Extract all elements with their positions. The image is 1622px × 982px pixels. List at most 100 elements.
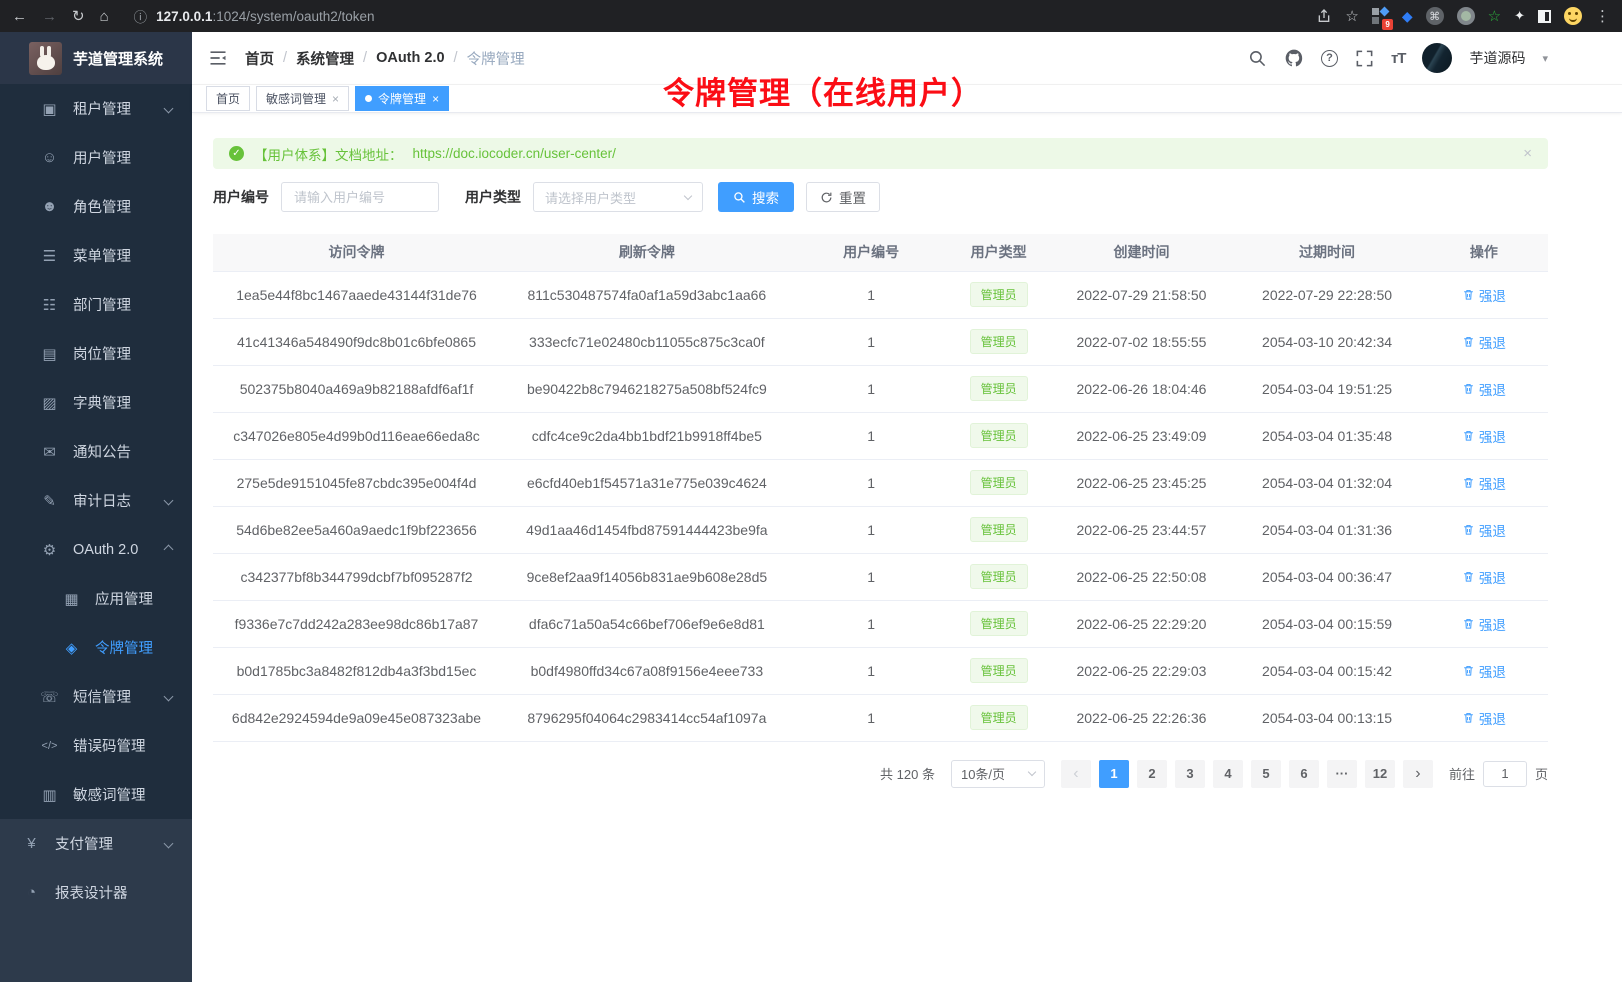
puzzle-extension-icon[interactable]: ✦ [1514,8,1525,24]
tab-label: 敏感词管理 [266,90,326,107]
force-logout-button[interactable]: 强退 [1462,473,1506,493]
fullscreen-icon[interactable] [1355,49,1374,68]
sidebar-item-token[interactable]: ◈ 令牌管理 [0,623,192,672]
force-logout-label: 强退 [1479,379,1506,399]
sidebar-item-menu[interactable]: ☰ 菜单管理 [0,231,192,280]
sidebar-item-label: 部门管理 [73,294,131,315]
breadcrumb-home[interactable]: 首页 [245,48,274,69]
home-icon[interactable]: ⌂ [100,9,109,24]
sidebar-item-user[interactable]: ☺ 用户管理 [0,133,192,182]
breadcrumb-system[interactable]: 系统管理 [296,48,354,69]
cell-user-id: 1 [794,553,949,600]
bookmark-star-icon[interactable]: ☆ [1345,9,1358,24]
username[interactable]: 芋道源码 [1469,48,1525,68]
user-id-input[interactable] [281,182,439,212]
force-logout-button[interactable]: 强退 [1462,332,1506,352]
page-button-3[interactable]: 3 [1175,760,1205,788]
green-star-extension-icon[interactable]: ☆ [1488,7,1501,25]
cell-created: 2022-06-25 23:49:09 [1049,412,1235,459]
chevron-down-icon [684,191,692,199]
sidebar-item-sms[interactable]: ☏ 短信管理 [0,672,192,721]
page-button-12[interactable]: 12 [1365,760,1395,788]
page-ellipsis-button[interactable]: ··· [1327,760,1357,788]
search-button[interactable]: 搜索 [718,182,794,212]
command-extension-icon[interactable]: ⌘ [1426,7,1444,25]
gem-extension-icon[interactable]: ◆ [1402,8,1413,25]
search-icon[interactable] [1248,49,1267,68]
page-button-5[interactable]: 5 [1251,760,1281,788]
sidebar-item-error-code[interactable]: </> 错误码管理 [0,721,192,770]
recorder-extension-icon[interactable] [1457,7,1475,25]
sidebar-item-sensitive-word[interactable]: ▥ 敏感词管理 [0,770,192,819]
close-icon[interactable]: × [432,93,439,105]
sidebar-item-pay[interactable]: ¥ 支付管理 [0,819,192,868]
cell-user-type: 管理员 [949,553,1049,600]
next-page-button[interactable]: › [1403,760,1433,788]
cell-actions: 强退 [1420,553,1548,600]
site-info-icon[interactable]: ⓘ [134,6,148,26]
page-button-2[interactable]: 2 [1137,760,1167,788]
help-icon[interactable]: ? [1321,50,1338,67]
sidebar-item-dept[interactable]: ☷ 部门管理 [0,280,192,329]
sidebar-item-oauth-app[interactable]: ▦ 应用管理 [0,574,192,623]
force-logout-button[interactable]: 强退 [1462,426,1506,446]
force-logout-button[interactable]: 强退 [1462,285,1506,305]
cell-user-type: 管理员 [949,506,1049,553]
app-logo[interactable]: 芋道管理系统 [0,32,192,84]
sidebar-item-oauth2[interactable]: ⚙ OAuth 2.0 [0,525,192,574]
extension-grid-icon[interactable]: 9 [1372,8,1389,25]
cell-user-id: 1 [794,600,949,647]
url-bar[interactable]: ⓘ 127.0.0.1:1024/system/oauth2/token [124,6,1302,26]
chevron-down-icon[interactable]: ▾ [1542,52,1548,65]
forward-icon[interactable]: → [42,9,57,24]
tab-token-management[interactable]: 令牌管理 × [355,86,449,111]
cell-actions: 强退 [1420,459,1548,506]
tab-sensitive-word[interactable]: 敏感词管理 × [256,86,349,111]
force-logout-button[interactable]: 强退 [1462,567,1506,587]
search-icon [733,191,746,204]
page-size-select[interactable]: 10条/页 [951,760,1045,788]
sidebar-item-label: 敏感词管理 [73,784,146,805]
sidebar-item-tenant[interactable]: ▣ 租户管理 [0,84,192,133]
breadcrumb-oauth2[interactable]: OAuth 2.0 [376,50,444,66]
font-size-icon[interactable]: тT [1391,50,1406,67]
user-type-badge: 管理员 [970,611,1028,636]
col-user-id: 用户编号 [794,234,949,271]
collapse-sidebar-icon[interactable] [208,48,228,68]
force-logout-button[interactable]: 强退 [1462,661,1506,681]
tab-home[interactable]: 首页 [206,86,250,111]
share-icon[interactable] [1316,8,1332,24]
alert-close-icon[interactable]: × [1523,145,1532,162]
sidebar-item-audit-log[interactable]: ✎ 审计日志 [0,476,192,525]
reader-extension-icon[interactable] [1538,10,1551,23]
cell-expires: 2054-03-04 00:13:15 [1234,694,1420,741]
close-icon[interactable]: × [332,93,339,105]
cell-user-id: 1 [794,365,949,412]
browser-menu-icon[interactable]: ⋮ [1595,9,1610,24]
user-type-select[interactable]: 请选择用户类型 [533,182,703,212]
sidebar-submenu-system: ▣ 租户管理 ☺ 用户管理 ☻ 角色管理 ☰ 菜单管理 ☷ 部门管理 ▤ [0,84,192,819]
github-icon[interactable] [1284,48,1304,68]
force-logout-button[interactable]: 强退 [1462,708,1506,728]
sidebar-item-post[interactable]: ▤ 岗位管理 [0,329,192,378]
sidebar-item-dict[interactable]: ▨ 字典管理 [0,378,192,427]
emoji-extension-icon[interactable] [1564,7,1582,25]
force-logout-button[interactable]: 强退 [1462,614,1506,634]
cell-access-token: 502375b8040a469a9b82188afdf6af1f [213,365,500,412]
page-button-6[interactable]: 6 [1289,760,1319,788]
prev-page-button[interactable]: ‹ [1061,760,1091,788]
reset-button[interactable]: 重置 [806,182,880,212]
doc-link[interactable]: https://doc.iocoder.cn/user-center/ [413,146,616,161]
page-button-4[interactable]: 4 [1213,760,1243,788]
force-logout-button[interactable]: 强退 [1462,379,1506,399]
avatar[interactable] [1422,43,1452,73]
force-logout-button[interactable]: 强退 [1462,520,1506,540]
goto-page-input[interactable] [1483,761,1527,787]
user-type-badge: 管理员 [970,517,1028,542]
sidebar-item-role[interactable]: ☻ 角色管理 [0,182,192,231]
sidebar-item-report-designer[interactable]: ◔ 报表设计器 [0,868,192,917]
page-button-1[interactable]: 1 [1099,760,1129,788]
sidebar-item-notice[interactable]: ✉ 通知公告 [0,427,192,476]
back-icon[interactable]: ← [12,9,27,24]
reload-icon[interactable]: ↻ [72,9,85,24]
